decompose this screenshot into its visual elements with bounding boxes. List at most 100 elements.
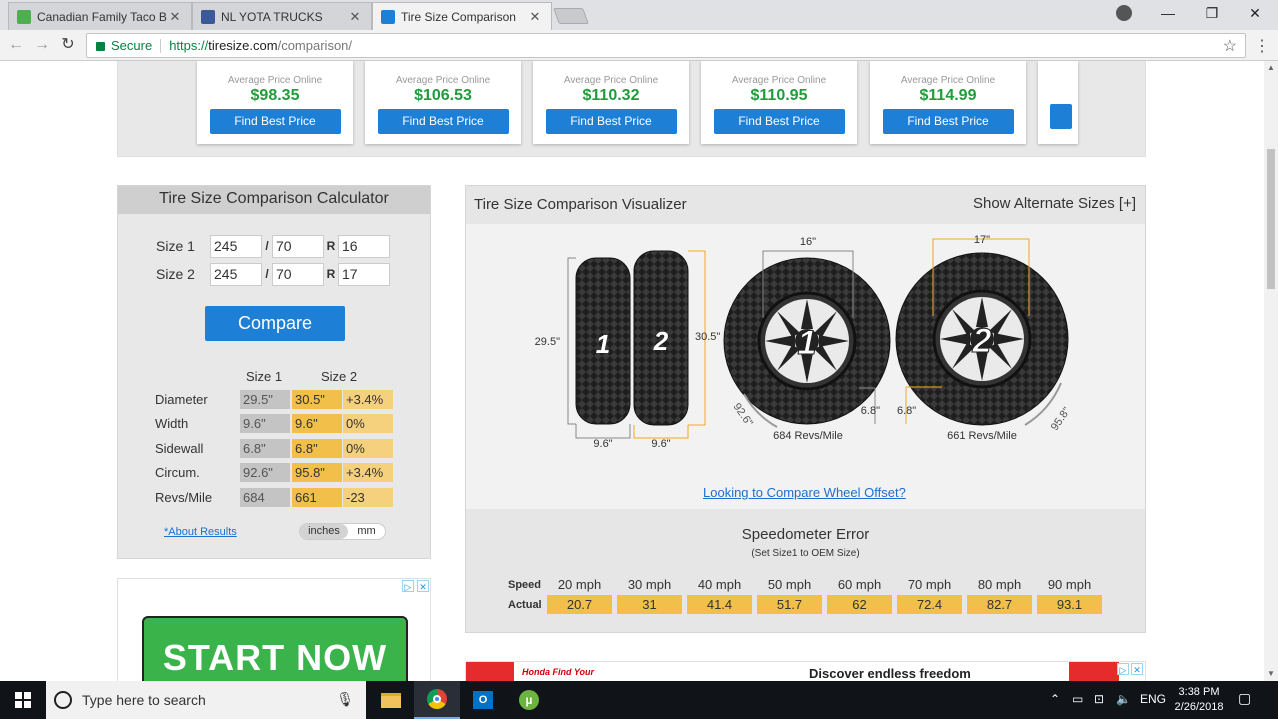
size1-label: Size 1 (156, 238, 195, 254)
size2-width-input[interactable]: 245 (210, 262, 262, 286)
tab-tire-size-comparison[interactable]: Tire Size Comparison ✕ (372, 2, 552, 31)
price-strip: Average Price Online $98.35 Find Best Pr… (117, 61, 1146, 157)
find-best-price-button-partial[interactable] (1050, 104, 1072, 129)
speedometer-title: Speedometer Error (741, 526, 870, 543)
window-close-icon[interactable]: ✕ (1233, 0, 1277, 28)
ad-close-icon[interactable]: ✕ (417, 580, 429, 592)
file-explorer-button[interactable] (368, 681, 414, 719)
find-best-price-button[interactable]: Find Best Price (377, 109, 509, 134)
start-button[interactable] (0, 681, 46, 719)
taskbar-search[interactable]: Type here to search 🎙 (46, 681, 366, 719)
outlook-button[interactable]: O (460, 681, 506, 719)
browser-menu-icon[interactable]: ⋮ (1254, 36, 1270, 56)
slash: / (265, 267, 269, 281)
about-results-link[interactable]: *About Results (164, 526, 237, 538)
reload-icon[interactable]: ↻ (58, 35, 78, 55)
result-diff: 0% (343, 414, 393, 433)
wheel1-sidewall-label: 6.8" (861, 405, 880, 417)
clock[interactable]: 3:38 PM 2/26/2018 (1170, 685, 1228, 715)
speed-value: 30 mph (627, 577, 672, 592)
find-best-price-button[interactable]: Find Best Price (882, 109, 1014, 134)
find-best-price-button[interactable]: Find Best Price (713, 109, 845, 134)
advertisement-banner[interactable]: Honda Find Your Discover endless freedom… (465, 661, 1146, 681)
ad-honda-text: Honda Find Your (522, 667, 594, 677)
speed-value: 70 mph (907, 577, 952, 592)
clock-time: 3:38 PM (1178, 686, 1220, 698)
adchoices-icon[interactable]: ▷ (1117, 663, 1129, 675)
volume-icon[interactable]: 🔈 (1116, 692, 1131, 706)
show-alternate-sizes-link[interactable]: Show Alternate Sizes [+] (973, 195, 1136, 212)
search-placeholder: Type here to search (82, 692, 206, 708)
size1-rim-input[interactable]: 16 (338, 234, 390, 258)
new-tab-button[interactable] (553, 8, 589, 24)
unit-mm-option[interactable]: mm (348, 524, 385, 539)
utorrent-button[interactable]: µ (506, 681, 552, 719)
network-icon[interactable]: ⊡ (1094, 692, 1104, 706)
chrome-icon (427, 689, 447, 709)
result-label: Sidewall (155, 441, 204, 456)
chrome-button[interactable] (414, 681, 460, 719)
find-best-price-button[interactable]: Find Best Price (545, 109, 677, 134)
actual-speed-value: 93.1 (1037, 595, 1102, 614)
unit-inches-option[interactable]: inches (300, 524, 348, 539)
actual-speed-value: 41.4 (687, 595, 752, 614)
size1-width-input[interactable]: 245 (210, 234, 262, 258)
scroll-down-icon[interactable]: ▼ (1264, 667, 1278, 681)
bookmark-star-icon[interactable]: ☆ (1223, 36, 1237, 56)
result-diff: 0% (343, 439, 393, 458)
price-value: $110.95 (750, 87, 808, 104)
speed-value: 80 mph (977, 577, 1022, 592)
tab-canadian-family-taco[interactable]: Canadian Family Taco Bu ✕ (8, 2, 192, 30)
separator (160, 38, 162, 53)
microphone-icon[interactable]: 🎙 (336, 691, 354, 708)
result-label: Diameter (155, 392, 208, 407)
actual-speed-value: 20.7 (547, 595, 612, 614)
wheel2-face: 2 (895, 252, 1069, 426)
ad-close-icon[interactable]: ✕ (1131, 663, 1143, 675)
price-value: $114.99 (919, 87, 977, 104)
action-center-icon[interactable]: ▢ (1238, 690, 1251, 707)
profile-icon[interactable] (1116, 5, 1132, 21)
adchoices-icon[interactable]: ▷ (402, 580, 414, 592)
start-now-button[interactable]: START NOW (142, 616, 408, 681)
lock-icon (96, 42, 105, 51)
size2-aspect-input[interactable]: 70 (272, 262, 324, 286)
wheel2-circum-label: 95.8" (1049, 405, 1073, 433)
address-bar[interactable]: Secure https:// tiresize.com /comparison… (86, 33, 1246, 58)
compare-button[interactable]: Compare (205, 306, 345, 341)
size1-aspect-input[interactable]: 70 (272, 234, 324, 258)
advertisement[interactable]: ▷ ✕ START NOW (117, 578, 431, 681)
result-row-circumference: Circum. 92.6" 95.8" +3.4% (155, 463, 393, 482)
result-row-revs-mile: Revs/Mile 684 661 -23 (155, 488, 393, 507)
cortana-icon (54, 691, 72, 709)
power-icon[interactable]: ▭ (1072, 692, 1083, 706)
compare-wheel-offset-link[interactable]: Looking to Compare Wheel Offset? (703, 485, 906, 500)
forward-arrow-icon[interactable]: → (32, 35, 52, 55)
ad-headline: Discover endless freedom (809, 666, 971, 681)
show-hidden-icons-icon[interactable]: ⌃ (1050, 692, 1060, 706)
ad-image-left (466, 662, 514, 681)
calculator-title: Tire Size Comparison Calculator (118, 186, 430, 214)
find-best-price-button[interactable]: Find Best Price (209, 109, 341, 134)
close-icon[interactable]: ✕ (167, 9, 183, 25)
page-scrollbar[interactable]: ▲ ▼ (1264, 61, 1278, 681)
size2-rim-input[interactable]: 17 (338, 262, 390, 286)
scroll-up-icon[interactable]: ▲ (1264, 61, 1278, 75)
back-arrow-icon[interactable]: ← (6, 35, 26, 55)
minimize-icon[interactable]: — (1146, 0, 1190, 28)
result-label: Revs/Mile (155, 490, 213, 505)
windows-taskbar: Type here to search 🎙 O µ ⌃ ▭ ⊡ 🔈 ENG 3:… (0, 681, 1278, 719)
size1-row: Size 1 245 / 70 R 16 (156, 234, 390, 258)
result-size2: 30.5" (292, 390, 342, 409)
tab-nl-yota-trucks[interactable]: NL YOTA TRUCKS ✕ (192, 2, 372, 30)
price-card: Average Price Online $98.35 Find Best Pr… (197, 61, 353, 144)
tire1-number: 1 (596, 329, 610, 359)
wheel2-rim-label: 17" (974, 234, 990, 246)
scroll-thumb[interactable] (1267, 149, 1275, 289)
speed-row-label: Speed (508, 579, 542, 591)
close-icon[interactable]: ✕ (347, 9, 363, 25)
language-indicator[interactable]: ENG (1140, 692, 1166, 706)
restore-icon[interactable]: ❐ (1190, 0, 1234, 28)
close-icon[interactable]: ✕ (527, 9, 543, 25)
unit-toggle[interactable]: inches mm (299, 523, 386, 540)
